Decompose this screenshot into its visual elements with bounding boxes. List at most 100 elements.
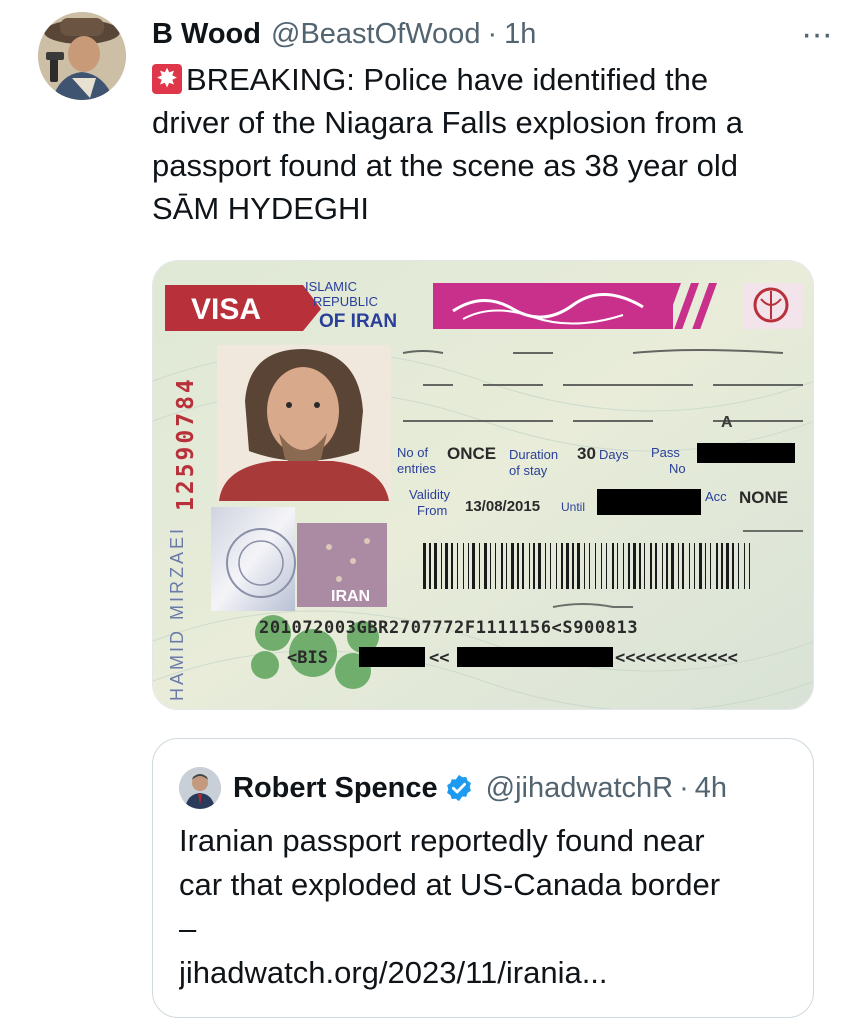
quoted-author-handle[interactable]: @jihadwatchR [486, 772, 673, 805]
barcode-stripe [705, 543, 706, 589]
more-options-icon[interactable]: ··· [801, 14, 833, 54]
duration-value: 30 [577, 444, 596, 463]
barcode-stripe [484, 543, 487, 589]
barcode-stripe [716, 543, 718, 589]
barcode-stripe [595, 543, 596, 589]
mrz-line-1: 201072003GBR2707772F1111156<S900813 [259, 618, 638, 638]
barcode-stripe [584, 543, 585, 589]
barcode-stripe [429, 543, 431, 589]
entries-label-1: No of [397, 445, 428, 460]
barcode-stripe [744, 543, 745, 589]
redaction-bar [697, 443, 795, 463]
barcode-stripe [556, 543, 557, 589]
barcode-stripe [623, 543, 624, 589]
duration-label-2: of stay [509, 463, 548, 478]
tweet-body: BREAKING: Police have identified the dri… [152, 62, 743, 226]
pass-no-label-2: No [669, 461, 686, 476]
barcode-stripe [662, 543, 663, 589]
tweet-time[interactable]: 1h [504, 18, 536, 51]
barcode-stripe [678, 543, 679, 589]
republic-line-1: ISLAMIC [305, 279, 357, 294]
validity-from: 13/08/2015 [465, 498, 540, 515]
duration-label-1: Duration [509, 447, 558, 462]
barcode-stripe [572, 543, 574, 589]
barcode-stripe [606, 543, 607, 589]
barcode-stripe [463, 543, 464, 589]
quoted-link[interactable]: jihadwatch.org/2023/11/irania... [179, 951, 799, 995]
barcode-stripe [721, 543, 723, 589]
barcode-stripe [694, 543, 695, 589]
barcode-stripe [601, 543, 602, 589]
barcode-stripe [639, 543, 641, 589]
quoted-tweet-header: Robert Spence @jihadwatchR · 4h [179, 767, 727, 809]
barcode-stripe [517, 543, 519, 589]
until-label: Until [561, 500, 585, 514]
svg-text:A: A [721, 414, 733, 431]
barcode-stripe [738, 543, 739, 589]
mrz-line-2-mid: << [429, 648, 449, 668]
barcode-stripe [650, 543, 652, 589]
tweet-header: B Wood @BeastOfWood · 1h ··· [152, 14, 833, 54]
redaction-bar [597, 489, 701, 515]
barcode-stripe [726, 543, 729, 589]
barcode-stripe [633, 543, 636, 589]
barcode-stripe [529, 543, 530, 589]
barcode-stripe [538, 543, 541, 589]
author-handle[interactable]: @BeastOfWood [271, 18, 480, 51]
separator-dot: · [487, 17, 498, 50]
quoted-author-avatar[interactable] [179, 767, 221, 809]
barcode-stripe [612, 543, 614, 589]
barcode-stripe [423, 543, 426, 589]
barcode-stripe [533, 543, 535, 589]
barcode-stripe [451, 543, 453, 589]
barcode-stripe [457, 543, 458, 589]
barcode-stripe [434, 543, 437, 589]
author-avatar[interactable] [38, 12, 126, 100]
barcode-stripe [490, 543, 491, 589]
barcode-stripe [655, 543, 657, 589]
barcode-stripe [566, 543, 569, 589]
verified-badge-icon [446, 774, 471, 802]
barcode-stripe [550, 543, 551, 589]
barcode-stripe [561, 543, 563, 589]
quoted-tweet[interactable]: Robert Spence @jihadwatchR · 4h Iranian … [152, 738, 814, 1018]
barcode-stripe [644, 543, 645, 589]
barcode-stripe [710, 543, 711, 589]
barcode-stripe [617, 543, 618, 589]
barcode-stripe [479, 543, 480, 589]
stamped-name-vertical: HAMID MIRZAEI [167, 526, 187, 701]
acc-value: NONE [739, 488, 788, 507]
republic-line-3: OF IRAN [319, 311, 397, 332]
pass-no-label-1: Pass [651, 445, 680, 460]
barcode-stripe [495, 543, 496, 589]
barcode-stripe [589, 543, 590, 589]
hologram-text: IRAN [331, 588, 370, 605]
quoted-tweet-time[interactable]: 4h [695, 772, 727, 805]
visa-number-vertical: 12590784 [173, 376, 199, 511]
validity-label-1: Validity [409, 487, 450, 502]
duration-unit: Days [599, 447, 629, 462]
visa-card-image: VISA ISLAMIC REPUBLIC OF IRAN 12590784 H… [153, 261, 813, 709]
person-avatar-icon [179, 767, 221, 809]
entries-value: ONCE [447, 444, 496, 463]
barcode-stripe [699, 543, 702, 589]
barcode-stripe [468, 543, 469, 589]
validity-label-2: From [417, 503, 447, 518]
barcode-stripe [577, 543, 580, 589]
mrz-line-2-prefix: <BIS [287, 648, 328, 668]
redaction-bar [457, 647, 613, 667]
barcode-stripe [511, 543, 514, 589]
separator-dot: · [679, 771, 689, 804]
redaction-bar [359, 647, 425, 667]
cowboy-avatar-icon [38, 12, 126, 100]
author-name[interactable]: B Wood [152, 18, 261, 51]
barcode-stripe [671, 543, 674, 589]
barcode-stripe [501, 543, 503, 589]
barcode-stripe [732, 543, 734, 589]
quoted-author-name[interactable]: Robert Spence [233, 772, 438, 805]
barcode-stripe [506, 543, 507, 589]
barcode-stripe [749, 543, 750, 589]
mrz-line-2-end: <<<<<<<<<<<< [615, 648, 738, 668]
attached-visa-image[interactable]: VISA ISLAMIC REPUBLIC OF IRAN 12590784 H… [152, 260, 814, 710]
acc-label: Acc [705, 489, 727, 504]
